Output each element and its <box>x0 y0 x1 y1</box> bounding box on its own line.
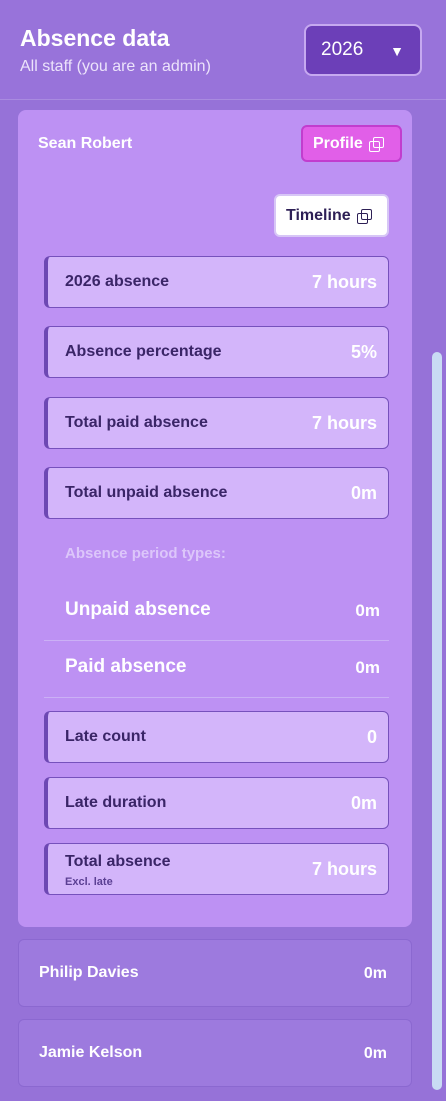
stat-total-paid-absence: Total paid absence 7 hours <box>44 397 389 449</box>
stat-year-absence: 2026 absence 7 hours <box>44 256 389 308</box>
staff-row-value: 0m <box>363 1045 387 1062</box>
stat-value: 5% <box>350 342 377 362</box>
stat-value: 7 hours <box>311 859 377 879</box>
staff-name: Sean Robert <box>38 135 133 152</box>
stat-label: Late count <box>65 728 146 745</box>
period-type-value: 0m <box>355 601 380 620</box>
stat-label: Total unpaid absence <box>65 484 228 501</box>
stat-sublabel: Excl. late <box>65 876 113 888</box>
stat-value: 7 hours <box>311 413 377 433</box>
staff-row-name: Jamie Kelson <box>39 1044 143 1061</box>
stat-total-unpaid-absence: Total unpaid absence 0m <box>44 467 389 519</box>
external-link-icon <box>356 208 372 224</box>
period-types-heading: Absence period types: <box>65 545 226 562</box>
stat-late-count: Late count 0 <box>44 711 389 763</box>
stat-label: Total absence <box>65 853 171 870</box>
page-subtitle: All staff (you are an admin) <box>20 58 211 75</box>
caret-down-icon: ▼ <box>390 43 404 59</box>
profile-button-label: Profile <box>313 134 363 152</box>
scrollbar[interactable] <box>432 352 442 1090</box>
stat-value: 0 <box>366 727 377 747</box>
external-link-icon <box>368 136 384 152</box>
staff-row[interactable]: Philip Davies 0m <box>18 939 412 1007</box>
period-type-value: 0m <box>355 658 380 677</box>
period-type-unpaid: Unpaid absence 0m <box>44 584 389 641</box>
stat-total-absence: Total absence Excl. late 7 hours <box>44 843 389 895</box>
period-type-label: Paid absence <box>65 656 187 677</box>
stat-value: 0m <box>350 793 377 813</box>
header: Absence data All staff (you are an admin… <box>0 0 446 100</box>
stat-label: Total paid absence <box>65 414 208 431</box>
timeline-button[interactable]: Timeline <box>274 194 389 237</box>
staff-row-name: Philip Davies <box>39 964 139 981</box>
stat-label: Absence percentage <box>65 343 222 360</box>
stat-value: 0m <box>350 483 377 503</box>
stat-late-duration: Late duration 0m <box>44 777 389 829</box>
period-type-label: Unpaid absence <box>65 599 211 620</box>
staff-row-value: 0m <box>363 965 387 982</box>
stat-label: Late duration <box>65 794 167 811</box>
staff-row[interactable]: Jamie Kelson 0m <box>18 1019 412 1087</box>
staff-card-expanded: Sean Robert Profile Timeline 2026 absenc… <box>18 110 412 927</box>
stat-label: 2026 absence <box>65 273 170 290</box>
year-select-value: 2026 <box>321 39 364 60</box>
divider <box>44 697 389 698</box>
page-title: Absence data <box>20 25 170 51</box>
year-select[interactable]: 2026 ▼ <box>304 24 422 76</box>
stat-absence-percentage: Absence percentage 5% <box>44 326 389 378</box>
period-type-paid: Paid absence 0m <box>44 641 389 698</box>
timeline-button-label: Timeline <box>286 206 351 224</box>
stat-value: 7 hours <box>311 272 377 292</box>
profile-button[interactable]: Profile <box>301 125 402 162</box>
